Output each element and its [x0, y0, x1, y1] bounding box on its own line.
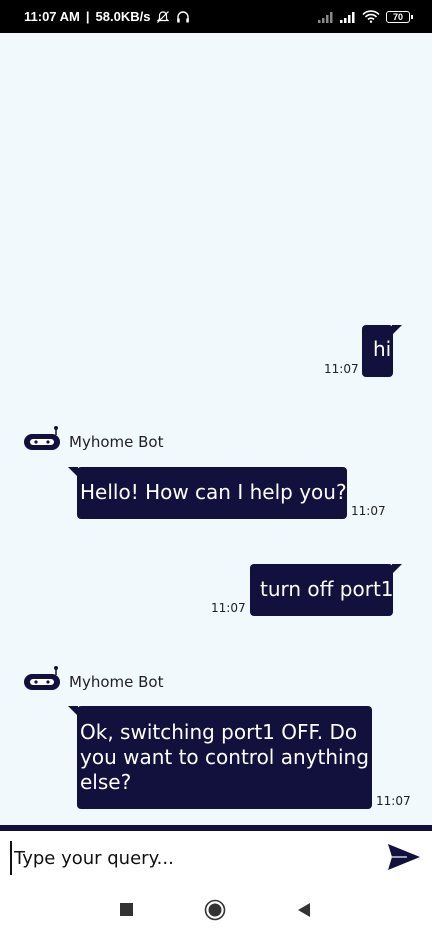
back-icon[interactable] [296, 902, 312, 918]
status-left: 11:07 AM | 58.0KB/s [24, 9, 190, 24]
recents-icon[interactable] [119, 902, 135, 918]
user-message-bubble[interactable]: turn off port1 [250, 564, 402, 616]
wifi-icon [362, 10, 380, 23]
mute-icon [157, 10, 170, 23]
message-time: 11:07 [324, 362, 359, 376]
signal-icon [318, 11, 333, 23]
signal-icon [340, 11, 355, 23]
message-text: hi [373, 337, 392, 361]
send-button[interactable] [386, 842, 422, 874]
bot-message-bubble[interactable]: Hello! How can I help you? [68, 467, 347, 519]
send-icon [388, 843, 420, 870]
chat-area[interactable]: hi 11:07 Myhome Bot Hello! How can I hel… [0, 33, 432, 825]
message-line: else? [80, 770, 132, 794]
status-bar: 11:07 AM | 58.0KB/s 70 [0, 0, 432, 33]
query-input[interactable] [10, 841, 370, 875]
message-time: 11:07 [351, 504, 386, 518]
navigation-bar [0, 885, 432, 936]
bot-avatar-icon [24, 426, 60, 450]
message-text: turn off port1 [260, 577, 394, 601]
user-message-bubble[interactable]: hi [362, 325, 402, 377]
bot-name: Myhome Bot [69, 673, 164, 691]
message-time: 11:07 [211, 601, 246, 615]
message-text: Hello! How can I help you? [80, 480, 347, 504]
status-right: 70 [318, 10, 413, 23]
battery-icon: 70 [386, 10, 413, 23]
bot-avatar-icon [24, 666, 60, 690]
message-line: you want to control anything [80, 745, 369, 769]
message-line: Ok, switching port1 OFF. Do [80, 720, 358, 744]
headphones-icon [177, 10, 190, 22]
message-time: 11:07 [376, 794, 411, 808]
bot-name: Myhome Bot [69, 433, 164, 451]
input-bar [0, 831, 432, 885]
home-icon[interactable] [204, 899, 226, 921]
status-time: 11:07 AM [24, 9, 80, 24]
bot-message-bubble[interactable]: Ok, switching port1 OFF. Do you want to … [68, 706, 372, 809]
network-speed: 58.0KB/s [95, 9, 151, 24]
